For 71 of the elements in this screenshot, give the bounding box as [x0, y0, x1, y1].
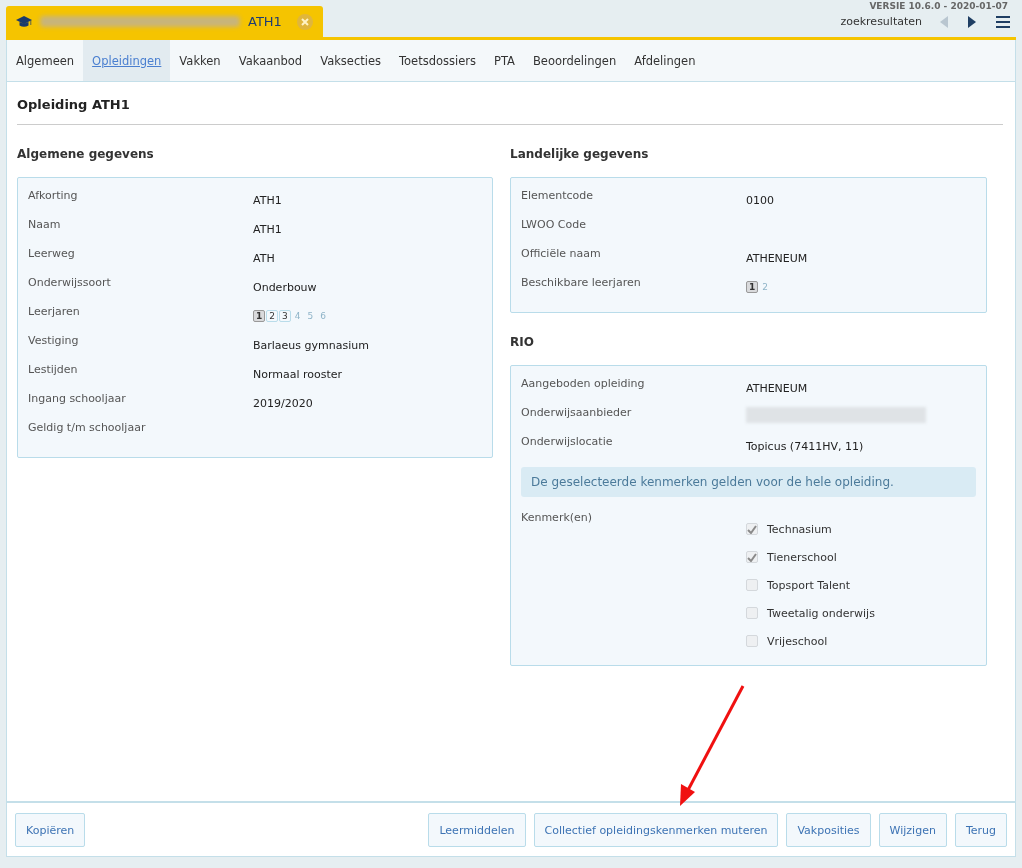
tab[interactable]: Toetsdossiers	[390, 40, 485, 81]
field-label: LWOO Code	[521, 217, 587, 233]
checkbox[interactable]	[746, 551, 758, 563]
section-heading: Landelijke gegevens	[510, 147, 650, 161]
year-chip[interactable]: 2	[266, 310, 278, 322]
year-number: 6	[319, 310, 327, 322]
field-value: ATH1	[253, 223, 282, 236]
previous-icon[interactable]	[940, 15, 948, 28]
year-chip[interactable]: 3	[279, 310, 291, 322]
field-label: Afkorting	[28, 188, 79, 204]
checkbox[interactable]	[746, 523, 758, 535]
field-label: Geldig t/m schooljaar	[28, 420, 147, 436]
field-label: Beschikbare leerjaren	[521, 275, 642, 291]
tab[interactable]: Afdelingen	[625, 40, 705, 81]
field-value: ATHENEUM	[746, 252, 808, 265]
checkbox-label: Technasium	[767, 522, 832, 536]
field-value: Normaal rooster	[253, 368, 343, 381]
search-results-label: zoekresultaten	[840, 15, 922, 28]
checkbox-label: Topsport Talent	[767, 578, 851, 592]
field-value: Onderbouw	[253, 281, 317, 294]
footer-button[interactable]: Terug	[954, 813, 1007, 847]
field-value: Topicus (7411HV, 11)	[746, 440, 864, 453]
tab[interactable]: Vakken	[170, 40, 230, 81]
close-icon[interactable]	[297, 13, 313, 30]
field-value: ATHENEUM	[746, 382, 808, 395]
version-label: VERSIE 10.6.0 - 2020-01-07	[869, 1, 1008, 11]
year-number: 4	[293, 310, 302, 322]
field-label: Naam	[28, 217, 62, 233]
field-value: ATH1	[253, 194, 282, 207]
field-value: 0100	[746, 194, 774, 207]
section-heading: RIO	[510, 335, 535, 349]
footer-button[interactable]: Kopiëren	[15, 813, 86, 847]
field-label: Officiële naam	[521, 246, 602, 262]
footer-button[interactable]: Vakposities	[786, 813, 871, 847]
year-chip[interactable]: 1	[746, 281, 759, 293]
field-label: Onderwijssoort	[28, 275, 112, 291]
field-value: Barlaeus gymnasium	[253, 339, 369, 352]
year-number: 2	[761, 281, 769, 293]
checkbox-label: Tweetalig onderwijs	[767, 606, 875, 620]
field-label: Leerweg	[28, 246, 76, 262]
tab[interactable]: Beoordelingen	[523, 40, 626, 81]
field-label: Vestiging	[28, 333, 80, 349]
document-tab[interactable]: ATH1	[6, 6, 323, 37]
page-title: Opleiding ATH1	[17, 82, 1003, 125]
section-heading: Algemene gegevens	[17, 147, 155, 161]
tab[interactable]: PTA	[485, 40, 524, 81]
graduation-cap-icon	[16, 15, 32, 28]
footer-button[interactable]: Collectief opleidingskenmerken muteren	[533, 813, 779, 847]
field-label: Onderwijsaanbieder	[521, 405, 633, 421]
field-label: Kenmerk(en)	[521, 511, 594, 526]
next-icon[interactable]	[968, 15, 976, 28]
tab[interactable]: Vakaanbod	[229, 40, 312, 81]
field-label: Onderwijslocatie	[521, 434, 614, 450]
checkbox-label: Tienerschool	[767, 550, 837, 564]
year-chip[interactable]: 1	[253, 310, 266, 322]
tab[interactable]: Vaksecties	[311, 40, 390, 81]
field-label: Ingang schooljaar	[28, 391, 127, 407]
field-label: Leerjaren	[28, 304, 81, 320]
info-message: De geselecteerde kenmerken gelden voor de hele opleiding.	[521, 467, 976, 497]
footer-button[interactable]: Leermiddelen	[428, 813, 526, 847]
field-label: Aangeboden opleiding	[521, 376, 646, 392]
tab[interactable]: Algemeen	[7, 40, 84, 81]
field-value: ATH	[253, 252, 275, 265]
year-number: 5	[306, 310, 315, 322]
field-value: 2019/2020	[253, 397, 313, 410]
menu-icon[interactable]	[996, 15, 1010, 28]
field-label: Lestijden	[28, 362, 79, 378]
document-tab-title: ATH1	[248, 14, 283, 29]
checkbox-label: Vrijeschool	[767, 634, 828, 648]
footer-button[interactable]: Wijzigen	[878, 813, 947, 847]
field-label: Elementcode	[521, 188, 595, 204]
